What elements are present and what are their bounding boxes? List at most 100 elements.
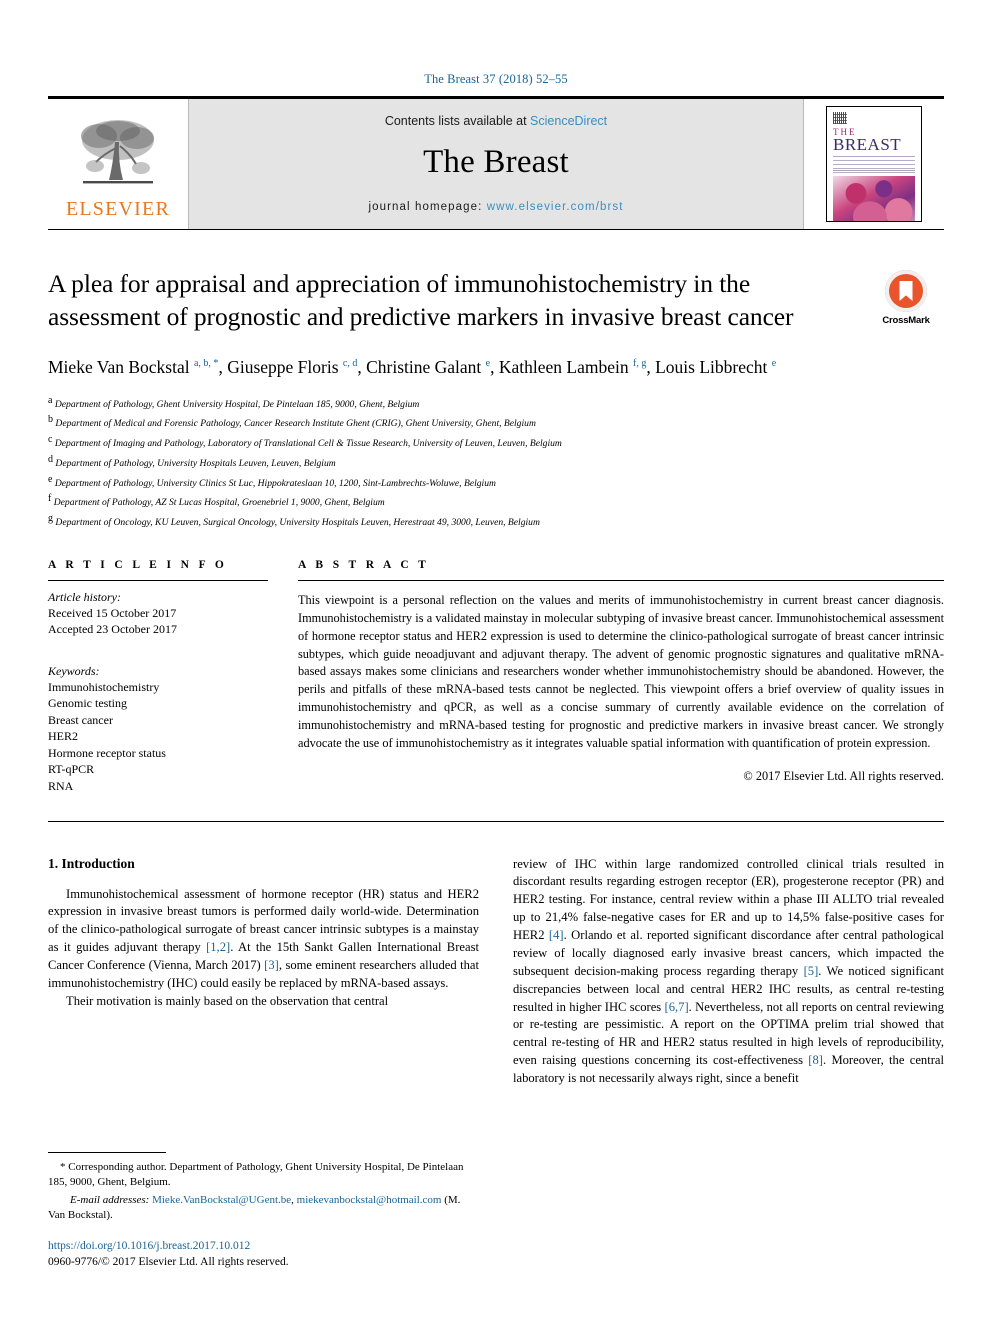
author-separator: , [357, 357, 367, 378]
author-name: Louis Libbrecht [655, 357, 772, 378]
affiliation-item: g Department of Oncology, KU Leuven, Sur… [48, 511, 944, 531]
page-title: A plea for appraisal and appreciation of… [48, 269, 794, 331]
elsevier-wordmark: ELSEVIER [65, 197, 171, 220]
keyword-item: Immunohistochemistry [48, 679, 160, 694]
intro-paragraph-1: Immunohistochemical assessment of hormon… [48, 886, 479, 993]
affiliation-text: Department of Medical and Forensic Patho… [53, 418, 536, 430]
citation-1-2[interactable]: [1,2] [206, 940, 230, 954]
author-affiliation-marker: f, g [632, 358, 647, 370]
affiliation-item: c Department of Imaging and Pathology, L… [48, 432, 944, 452]
affiliation-text: Department of Imaging and Pathology, Lab… [52, 438, 562, 450]
contents-prefix: Contents lists available at [384, 113, 531, 128]
intro-paragraph-2: Their motivation is mainly based on the … [66, 993, 389, 1008]
keyword-item: Genomic testing [48, 696, 127, 711]
affiliation-item: b Department of Medical and Forensic Pat… [48, 412, 944, 432]
crossmark-badge[interactable]: CrossMark [868, 268, 944, 326]
email-link-primary[interactable]: Mieke.VanBockstal@UGent.be [152, 1194, 291, 1206]
email-addresses-note: E-mail addresses: Mieke.VanBockstal@UGen… [48, 1193, 480, 1224]
affiliation-text: Department of Oncology, KU Leuven, Surgi… [53, 517, 540, 529]
cover-artwork [833, 176, 915, 221]
author-list: Mieke Van Bockstal a, b, *, Giuseppe Flo… [48, 355, 944, 380]
cover-breast-label: BREAST [833, 135, 902, 154]
corresponding-author-note: * Corresponding author. Department of Pa… [48, 1161, 464, 1189]
abstract-divider [298, 579, 944, 581]
keyword-item: RT-qPCR [48, 762, 95, 777]
abstract-copyright: © 2017 Elsevier Ltd. All rights reserved… [743, 769, 944, 784]
citation-3[interactable]: [3] [264, 958, 279, 972]
cover-text-lines [833, 159, 915, 174]
body-divider [48, 820, 944, 822]
affiliation-item: d Department of Pathology, University Ho… [48, 452, 944, 472]
journal-cover-thumbnail: THE BREAST [826, 106, 922, 222]
email-link-secondary[interactable]: miekevanbockstal@hotmail.com [297, 1194, 442, 1206]
masthead-center: Contents lists available at ScienceDirec… [188, 99, 804, 229]
author-separator: , [646, 357, 656, 378]
contents-available-line: Contents lists available at ScienceDirec… [385, 114, 607, 128]
citation-5[interactable]: [5] [804, 964, 819, 978]
title-block: A plea for appraisal and appreciation of… [48, 268, 944, 333]
intro-paragraph-2-continued: review of IHC within large randomized co… [513, 856, 944, 1088]
abstract-column: A B S T R A C T This viewpoint is a pers… [298, 559, 944, 795]
email-addresses-label: E-mail addresses: [70, 1193, 150, 1206]
footnote-divider [48, 1152, 166, 1154]
doi-block: https://doi.org/10.1016/j.breast.2017.10… [48, 1238, 480, 1271]
affiliation-text: Department of Pathology, AZ St Lucas Hos… [51, 497, 385, 509]
author-affiliation-marker: c, d [342, 358, 358, 370]
section-heading-introduction: 1. Introduction [48, 855, 135, 871]
article-info-column: A R T I C L E I N F O Article history: R… [48, 559, 298, 795]
citation-6-7[interactable]: [6,7] [665, 1000, 689, 1014]
keyword-item: HER2 [48, 729, 78, 744]
article-history-label: Article history: [48, 589, 121, 604]
article-page: The Breast 37 (2018) 52–55 ELSEVIER Cont… [0, 0, 992, 1323]
journal-title: The Breast [423, 143, 569, 180]
journal-cover-container: THE BREAST [804, 99, 944, 229]
author-affiliation-marker: a, b, * [193, 358, 219, 370]
journal-homepage-link[interactable]: www.elsevier.com/brst [487, 201, 624, 213]
body-column-left: 1. Introduction Immunohistochemical asse… [48, 856, 479, 1088]
author-name: Kathleen Lambein [498, 357, 633, 378]
footnote-block: * Corresponding author. Department of Pa… [48, 1152, 480, 1271]
author-separator: , [218, 357, 228, 378]
author-name: Christine Galant [366, 357, 486, 378]
author-affiliation-marker: e [771, 358, 777, 370]
sciencedirect-link[interactable]: ScienceDirect [530, 114, 607, 128]
info-abstract-row: A R T I C L E I N F O Article history: R… [48, 559, 944, 795]
homepage-prefix: journal homepage: [368, 200, 487, 213]
keywords-label: Keywords: [48, 663, 100, 678]
author-name: Mieke Van Bockstal [48, 357, 194, 378]
elsevier-logo: ELSEVIER [48, 99, 188, 229]
affiliation-text: Department of Pathology, University Clin… [52, 477, 496, 489]
crossmark-icon [885, 270, 927, 312]
article-info-heading: A R T I C L E I N F O [48, 558, 228, 571]
article-info-divider [48, 579, 268, 581]
crossmark-label: CrossMark [882, 315, 930, 326]
cover-divider [833, 156, 915, 158]
keywords-block: Keywords: Immunohistochemistry Genomic te… [48, 664, 268, 795]
article-received-date: Received 15 October 2017 [48, 605, 177, 620]
journal-homepage-line: journal homepage: www.elsevier.com/brst [368, 201, 623, 213]
body-column-right: review of IHC within large randomized co… [513, 856, 944, 1088]
body-columns: 1. Introduction Immunohistochemical asse… [48, 856, 944, 1088]
issn-copyright-line: 0960-9776/© 2017 Elsevier Ltd. All right… [48, 1256, 289, 1269]
affiliation-text: Department of Pathology, University Hosp… [53, 457, 336, 469]
doi-link[interactable]: https://doi.org/10.1016/j.breast.2017.10… [48, 1238, 480, 1255]
keyword-item: RNA [48, 779, 74, 794]
author-separator: , [490, 357, 499, 378]
running-head: The Breast 37 (2018) 52–55 [424, 72, 568, 86]
affiliation-text: Department of Pathology, Ghent Universit… [52, 398, 420, 410]
keyword-item: Hormone receptor status [48, 745, 166, 760]
citation-4[interactable]: [4] [549, 928, 564, 942]
keywords-items: Immunohistochemistry Genomic testing Breas… [48, 679, 268, 795]
elsevier-tree-icon [81, 119, 154, 183]
journal-masthead: ELSEVIER Contents lists available at Sci… [48, 96, 944, 230]
affiliation-item: e Department of Pathology, University Cl… [48, 472, 944, 492]
article-accepted-date: Accepted 23 October 2017 [48, 622, 177, 637]
affiliation-item: f Department of Pathology, AZ St Lucas H… [48, 491, 944, 511]
abstract-text: This viewpoint is a personal reflection … [298, 592, 944, 751]
cover-elsevier-mark-icon [833, 112, 847, 124]
abstract-heading: A B S T R A C T [298, 558, 430, 571]
author-name: Giuseppe Floris [227, 357, 343, 378]
citation-8[interactable]: [8] [808, 1053, 823, 1067]
affiliation-list: a Department of Pathology, Ghent Univers… [48, 393, 944, 531]
affiliation-item: a Department of Pathology, Ghent Univers… [48, 393, 944, 413]
